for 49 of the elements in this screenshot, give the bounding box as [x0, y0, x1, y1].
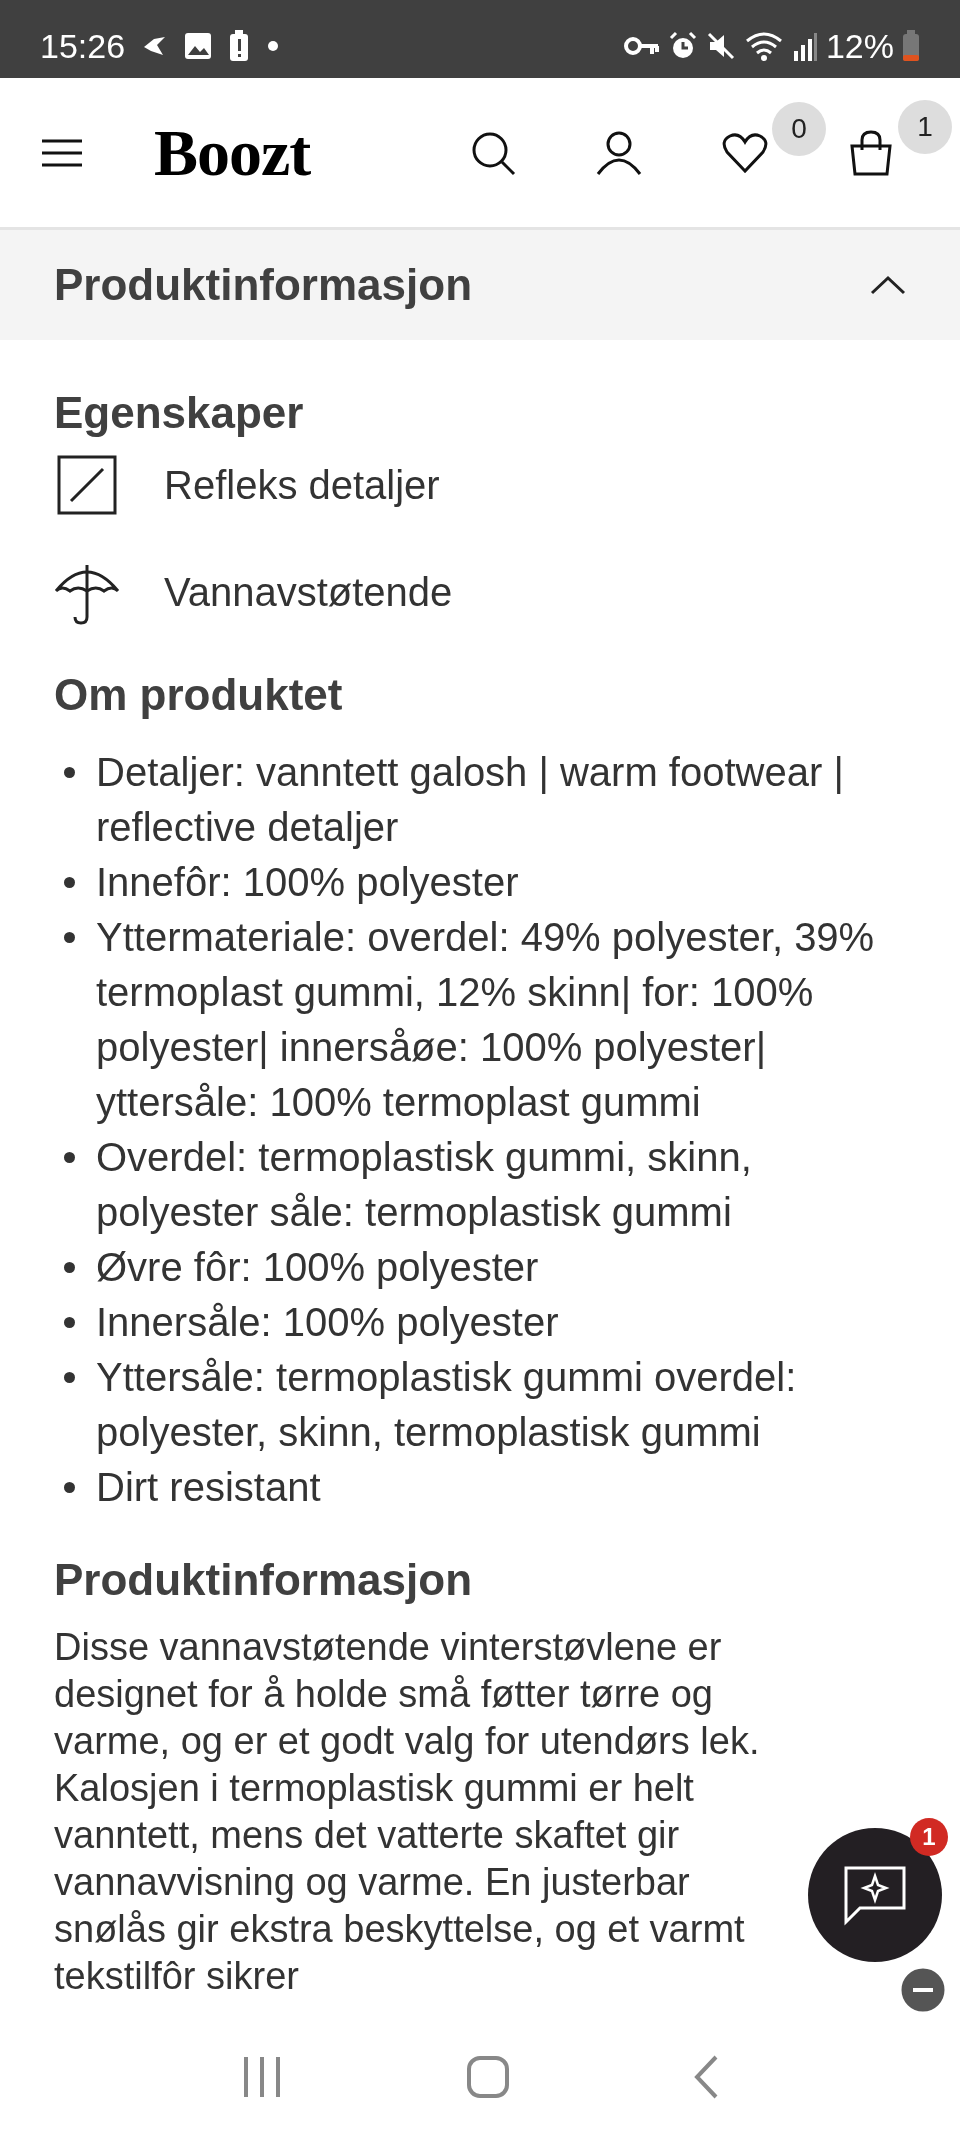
- cart-button[interactable]: [848, 129, 894, 176]
- accordion-title: Produktinformasjon: [54, 259, 473, 311]
- bullet-text: Detaljer: vanntett galosh | warm footwear | reflective detaljer: [96, 750, 844, 849]
- section-heading: Om produktet: [54, 669, 344, 721]
- feature-label: Refleks detaljer: [164, 461, 440, 509]
- wishlist-count: 0: [772, 101, 826, 156]
- bullet-icon: [64, 767, 75, 778]
- wifi-icon: [743, 30, 784, 62]
- account-button[interactable]: [596, 129, 642, 176]
- image-icon: [183, 31, 214, 61]
- chevron-up-icon: [870, 275, 906, 295]
- battery-percent-text: 12%: [825, 25, 894, 67]
- clock-text: 15:26: [40, 25, 126, 67]
- bullet-text: Innersåle: 100% polyester: [96, 1300, 559, 1344]
- key-icon: [623, 35, 660, 57]
- home-icon[interactable]: [466, 2055, 510, 2099]
- bullet-icon: [64, 877, 75, 888]
- bullet-text: Innefôr: 100% polyester: [96, 860, 519, 904]
- bullet-icon: [64, 1372, 75, 1383]
- chat-sparkle-icon: [842, 1864, 908, 1926]
- notification-badge: 1: [910, 1818, 948, 1856]
- heart-icon: [722, 131, 768, 174]
- shopping-bag-icon: [848, 129, 894, 176]
- wishlist-button[interactable]: [722, 131, 768, 174]
- bullet-text: Yttersåle: termoplastisk gummi overdel: polyester, skinn, termoplastisk gummi: [96, 1355, 797, 1454]
- reflective-icon: [57, 454, 117, 515]
- section-heading: Produktinformasjon: [54, 1554, 474, 1606]
- bullet-text: Yttermateriale: overdel: 49% polyester, 39% termoplast gummi, 12% skinn| for: 100% polyester| innersåøe: 100% polyester| yttersåle: 100% termoplast gummi: [96, 915, 875, 1124]
- bullet-icon: [64, 1317, 75, 1328]
- accordion-header[interactable]: Produktinformasjon: [0, 230, 960, 340]
- signal-icon: [791, 31, 818, 61]
- alarm-icon: [667, 31, 698, 61]
- bullet-icon: [64, 1152, 75, 1163]
- bullet-text: Dirt resistant: [96, 1465, 321, 1509]
- description-text: Disse vannavstøtende vinterstøvlene er designet for å holde små føtter tørre og varme, og er et godt valg for utendørs lek. Kalosjen i termoplastisk gummi er helt vanntett, mens det vatterte skaftet gir vannavvisning og varme. En justerbar snølås gir ekstra beskyttelse, og et varmt tekstilfôr sikrer: [54, 1625, 761, 1999]
- bullet-text: Overdel: termoplastisk gummi, skinn, polyester såle: termoplastisk gummi: [96, 1135, 752, 1234]
- bullet-icon: [64, 1262, 75, 1273]
- back-icon[interactable]: [692, 2054, 719, 2100]
- battery-icon: [902, 30, 920, 62]
- battery-alert-icon: [229, 30, 250, 62]
- bullet-icon: [64, 1482, 75, 1493]
- person-icon: [596, 129, 642, 176]
- mute-icon: [705, 31, 736, 61]
- bullet-text: Øvre fôr: 100% polyester: [96, 1245, 539, 1289]
- section-heading: Egenskaper: [54, 387, 305, 439]
- logo[interactable]: Boozt: [154, 119, 311, 186]
- feature-label: Vannavstøtende: [164, 568, 453, 616]
- cart-count: 1: [898, 99, 952, 154]
- bullet-icon: [64, 932, 75, 943]
